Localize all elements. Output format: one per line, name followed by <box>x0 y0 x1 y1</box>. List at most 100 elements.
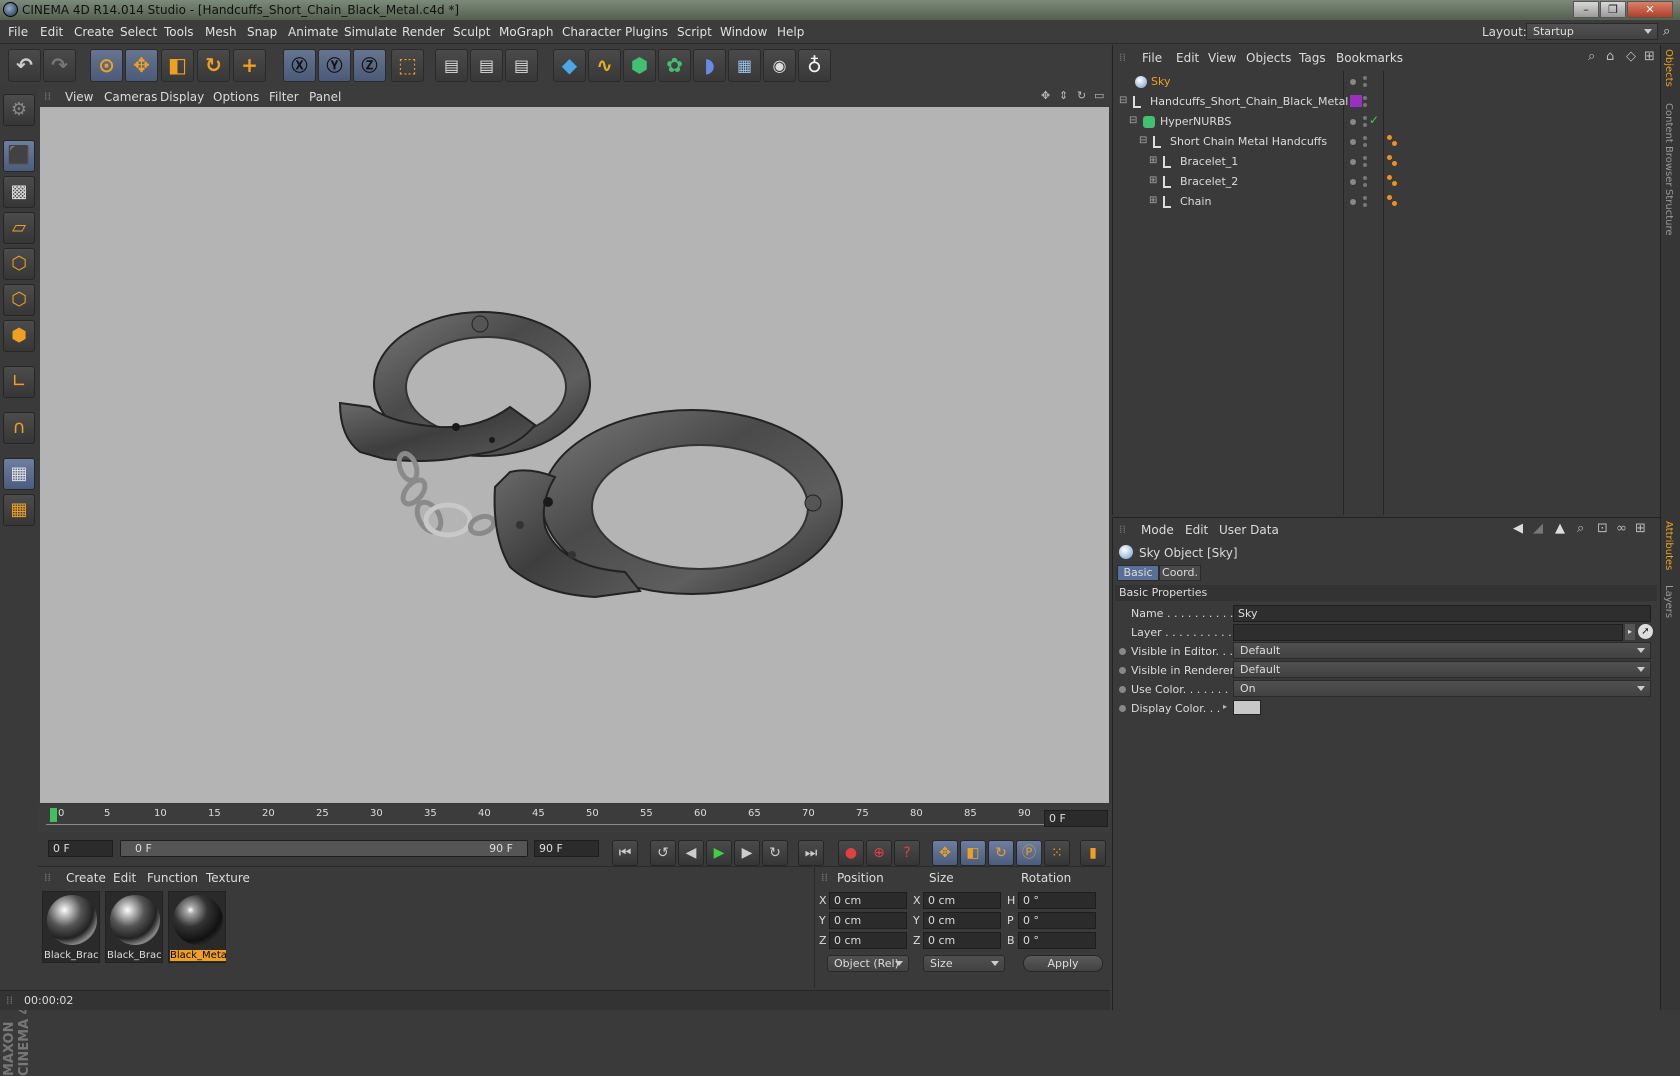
undo-button[interactable]: ↶ <box>8 49 41 82</box>
visibility-dot[interactable] <box>1350 179 1356 185</box>
forward-arrow-icon[interactable]: ◢ <box>1533 521 1543 536</box>
tab-basic[interactable]: Basic <box>1117 565 1159 581</box>
menu-window[interactable]: Window <box>720 25 767 39</box>
layout-dropdown[interactable]: Startup <box>1526 23 1658 40</box>
move-button[interactable]: ✥ <box>125 49 158 82</box>
key-parameter-button[interactable]: Ⓟ <box>1016 840 1042 866</box>
scale-button[interactable]: ◧ <box>161 49 194 82</box>
size-z-field[interactable]: 0 cm <box>923 932 1001 949</box>
om-menu-bookmarks[interactable]: Bookmarks <box>1336 51 1403 65</box>
render-visibility-dot[interactable] <box>1363 83 1367 87</box>
om-menu-tags[interactable]: Tags <box>1299 51 1326 65</box>
viewport-menu-panel[interactable]: Panel <box>309 90 341 104</box>
enabled-check-icon[interactable]: ✓ <box>1369 113 1379 127</box>
z-axis-button[interactable]: Ⓩ <box>353 49 386 82</box>
render-visibility-dot[interactable] <box>1363 183 1367 187</box>
frame-range-slider[interactable]: 0 F 90 F <box>120 840 528 857</box>
menu-simulate[interactable]: Simulate <box>344 25 397 39</box>
viewport-menu-view[interactable]: View <box>65 90 93 104</box>
menu-render[interactable]: Render <box>402 25 445 39</box>
key-scale-button[interactable]: ◧ <box>960 840 986 866</box>
spline-button[interactable]: ∿ <box>588 49 621 82</box>
timeline-ruler[interactable]: 0 5 10 15 20 25 30 35 40 45 50 55 60 65 … <box>38 804 1110 832</box>
viewport-menu-filter[interactable]: Filter <box>269 90 299 104</box>
redo-button[interactable]: ↷ <box>43 49 76 82</box>
object-row-short-chain[interactable]: ⊟ Short Chain Metal Handcuffs <box>1113 132 1661 152</box>
material-menu-function[interactable]: Function <box>147 871 198 885</box>
expand-icon[interactable]: ⊞ <box>1149 195 1157 206</box>
menu-mograph[interactable]: MoGraph <box>499 25 554 39</box>
rotation-b-field[interactable]: 0 ° <box>1018 932 1096 949</box>
minimize-button[interactable]: – <box>1573 1 1599 18</box>
end-frame-field[interactable]: 90 F <box>534 840 599 857</box>
attr-menu-edit[interactable]: Edit <box>1185 523 1208 537</box>
menu-mesh[interactable]: Mesh <box>205 25 237 39</box>
use-color-dropdown[interactable]: On <box>1233 680 1651 697</box>
expand-arrow-icon[interactable]: ▸ <box>1223 702 1227 711</box>
attr-menu-mode[interactable]: Mode <box>1141 523 1174 537</box>
menu-snap[interactable]: Snap <box>247 25 277 39</box>
editor-visibility-dot[interactable] <box>1363 76 1367 80</box>
collapse-icon[interactable]: ⊟ <box>1139 135 1147 146</box>
workplane-mode-button[interactable]: ▱ <box>3 212 35 244</box>
editor-visibility-dot[interactable] <box>1363 96 1367 100</box>
playhead-marker[interactable] <box>50 808 57 822</box>
axis-mode-button[interactable]: ∟ <box>3 366 35 398</box>
go-to-end-button[interactable]: ⏭ <box>798 840 824 866</box>
layer-arrow-icon[interactable]: ▸ <box>1625 624 1635 640</box>
tab-attributes[interactable]: Attributes <box>1663 521 1674 570</box>
previous-frame-button[interactable]: ◀ <box>678 840 704 866</box>
render-visibility-dot[interactable] <box>1363 203 1367 207</box>
3d-viewport[interactable] <box>40 107 1109 803</box>
render-visibility-dot[interactable] <box>1363 163 1367 167</box>
visible-editor-dropdown[interactable]: Default <box>1233 642 1651 659</box>
editor-visibility-dot[interactable] <box>1363 176 1367 180</box>
object-row-bracelet-1[interactable]: ⊞ Bracelet_1 <box>1113 152 1661 172</box>
animate-radio[interactable] <box>1119 686 1126 693</box>
points-mode-button[interactable]: ⬡ <box>3 248 35 280</box>
object-row-bracelet-2[interactable]: ⊞ Bracelet_2 <box>1113 172 1661 192</box>
planar-workplane-button[interactable]: ▦ <box>3 494 35 526</box>
viewport-menu-options[interactable]: Options <box>213 90 259 104</box>
layer-picker-icon[interactable]: ➚ <box>1638 624 1653 639</box>
texture-tag-icon[interactable] <box>1387 195 1392 200</box>
home-icon[interactable]: ⌂ <box>1606 49 1614 64</box>
layer-color-swatch[interactable] <box>1350 95 1362 107</box>
render-visibility-dot[interactable] <box>1363 103 1367 107</box>
rotate-view-icon[interactable]: ↻ <box>1077 89 1086 102</box>
size-x-field[interactable]: 0 cm <box>923 892 1001 909</box>
y-axis-button[interactable]: Ⓨ <box>318 49 351 82</box>
model-mode-button[interactable]: ⬛ <box>3 140 35 172</box>
pan-view-icon[interactable]: ✥ <box>1041 89 1050 102</box>
light-button[interactable]: ♁ <box>798 49 831 82</box>
timeline-window-button[interactable]: ▮ <box>1080 840 1106 866</box>
om-menu-edit[interactable]: Edit <box>1176 51 1199 65</box>
visibility-dot[interactable] <box>1350 119 1356 125</box>
om-menu-objects[interactable]: Objects <box>1246 51 1291 65</box>
object-row-sky[interactable]: Sky <box>1113 72 1661 92</box>
collapse-icon[interactable]: ⊟ <box>1119 95 1127 106</box>
visibility-dot[interactable] <box>1350 159 1356 165</box>
position-y-field[interactable]: 0 cm <box>829 912 907 929</box>
render-view-button[interactable]: ▤ <box>435 49 468 82</box>
tab-structure[interactable]: Structure <box>1663 189 1674 236</box>
menu-tools[interactable]: Tools <box>164 25 194 39</box>
coordinate-mode-dropdown[interactable]: Object (Rel) <box>827 955 909 972</box>
nurbs-button[interactable]: ⬢ <box>623 49 656 82</box>
menu-animate[interactable]: Animate <box>288 25 338 39</box>
menu-create[interactable]: Create <box>74 25 114 39</box>
rotate-button[interactable]: ↻ <box>197 49 230 82</box>
position-x-field[interactable]: 0 cm <box>829 892 907 909</box>
texture-tag-icon[interactable] <box>1392 181 1397 186</box>
lock-icon[interactable]: ⊡ <box>1597 521 1608 536</box>
polygons-mode-button[interactable]: ⬢ <box>3 320 35 352</box>
menu-edit[interactable]: Edit <box>40 25 63 39</box>
new-window-icon[interactable]: ⊞ <box>1635 521 1646 536</box>
texture-tag-icon[interactable] <box>1392 141 1397 146</box>
menu-file[interactable]: File <box>8 25 28 39</box>
display-color-swatch[interactable] <box>1233 700 1261 715</box>
texture-tag-icon[interactable] <box>1387 175 1392 180</box>
back-arrow-icon[interactable]: ◀ <box>1513 521 1523 536</box>
next-frame-button[interactable]: ▶ <box>734 840 760 866</box>
render-visibility-dot[interactable] <box>1363 143 1367 147</box>
